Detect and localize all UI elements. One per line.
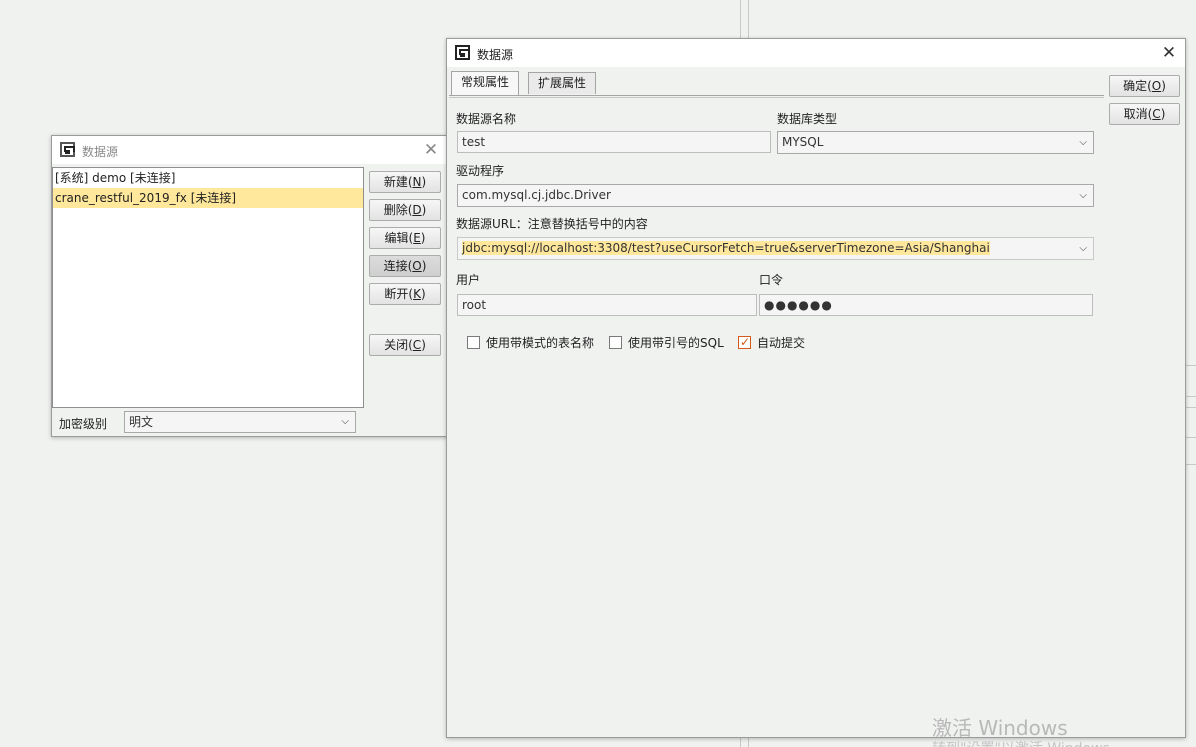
datasource-name-field[interactable]: test: [457, 131, 771, 153]
password-field[interactable]: ●●●●●●: [759, 294, 1093, 316]
schema-table-name-checkbox[interactable]: 使用带模式的表名称: [467, 335, 594, 351]
user-field[interactable]: root: [457, 294, 757, 316]
password-label: 口令: [759, 273, 784, 287]
new-button[interactable]: 新建(N): [369, 171, 441, 193]
checkbox-label: 使用带模式的表名称: [486, 336, 595, 350]
chevron-down-icon: ⌵: [1079, 243, 1087, 254]
delete-button[interactable]: 删除(D): [369, 199, 441, 221]
datasource-name-label: 数据源名称: [456, 112, 517, 126]
window-title: 数据源: [82, 145, 119, 159]
datasource-editor-window: 数据源 ✕ 常规属性 扩展属性 确定(O) 取消(C) 数据源名称 test 数…: [446, 38, 1186, 738]
desktop: 数据源 ✕ [系统] demo [未连接] crane_restful_2019…: [0, 0, 1196, 747]
datasource-list[interactable]: [系统] demo [未连接] crane_restful_2019_fx [未…: [52, 167, 364, 408]
tab-divider: [449, 95, 1104, 98]
driver-select[interactable]: com.mysql.cj.jdbc.Driver ⌵: [457, 184, 1094, 207]
close-icon[interactable]: ✕: [1154, 39, 1184, 67]
db-type-value: MYSQL: [782, 135, 824, 149]
datasource-list-window: 数据源 ✕ [系统] demo [未连接] crane_restful_2019…: [51, 135, 451, 437]
list-item[interactable]: crane_restful_2019_fx [未连接]: [53, 188, 363, 208]
cancel-button[interactable]: 取消(C): [1109, 103, 1180, 125]
chevron-down-icon: ⌵: [1079, 190, 1087, 201]
close-button[interactable]: 关闭(C): [369, 334, 441, 356]
encryption-select[interactable]: 明文 ⌵: [124, 411, 356, 433]
user-label: 用户: [456, 273, 481, 287]
tab-bar: 常规属性 扩展属性: [449, 70, 1104, 100]
auto-commit-checkbox[interactable]: 自动提交: [738, 334, 806, 351]
checkbox-box: [609, 336, 622, 349]
background-panel-edge: [1186, 437, 1196, 465]
url-select[interactable]: jdbc:mysql://localhost:3308/test?useCurs…: [457, 237, 1094, 260]
driver-label: 驱动程序: [456, 164, 505, 178]
app-icon: [455, 45, 470, 60]
chevron-down-icon: ⌵: [1079, 137, 1087, 148]
url-label: 数据源URL：注意替换括号中的内容: [456, 217, 648, 231]
checkbox-box: [738, 334, 751, 350]
chevron-down-icon: ⌵: [341, 416, 349, 427]
connect-button[interactable]: 连接(O): [369, 255, 441, 277]
driver-value: com.mysql.cj.jdbc.Driver: [462, 188, 611, 202]
titlebar[interactable]: 数据源 ✕: [447, 39, 1185, 67]
tab-extended[interactable]: 扩展属性: [528, 72, 597, 94]
background-panel-edge: [1186, 365, 1196, 397]
url-value: jdbc:mysql://localhost:3308/test?useCurs…: [462, 241, 990, 255]
titlebar[interactable]: 数据源 ✕: [52, 136, 450, 164]
checkbox-label: 使用带引号的SQL: [628, 336, 724, 350]
checkbox-label: 自动提交: [757, 336, 806, 350]
checkbox-box: [467, 336, 480, 349]
background-panel-edge: [1186, 407, 1196, 408]
app-icon: [60, 142, 75, 157]
windows-activation-hint: 转到"设置"以激活 Windows。: [932, 738, 1124, 747]
ok-button[interactable]: 确定(O): [1109, 75, 1180, 97]
disconnect-button[interactable]: 断开(K): [369, 283, 441, 305]
list-item[interactable]: [系统] demo [未连接]: [53, 168, 363, 188]
close-icon[interactable]: ✕: [416, 136, 446, 164]
windows-activation-watermark: 激活 Windows: [932, 716, 1068, 740]
tab-general[interactable]: 常规属性: [451, 71, 520, 95]
db-type-select[interactable]: MYSQL ⌵: [777, 131, 1094, 154]
db-type-label: 数据库类型: [777, 112, 838, 126]
edit-button[interactable]: 编辑(E): [369, 227, 441, 249]
quoted-sql-checkbox[interactable]: 使用带引号的SQL: [609, 335, 724, 351]
window-title: 数据源: [477, 48, 514, 62]
encryption-label: 加密级别: [59, 417, 108, 431]
encryption-value: 明文: [129, 415, 154, 429]
